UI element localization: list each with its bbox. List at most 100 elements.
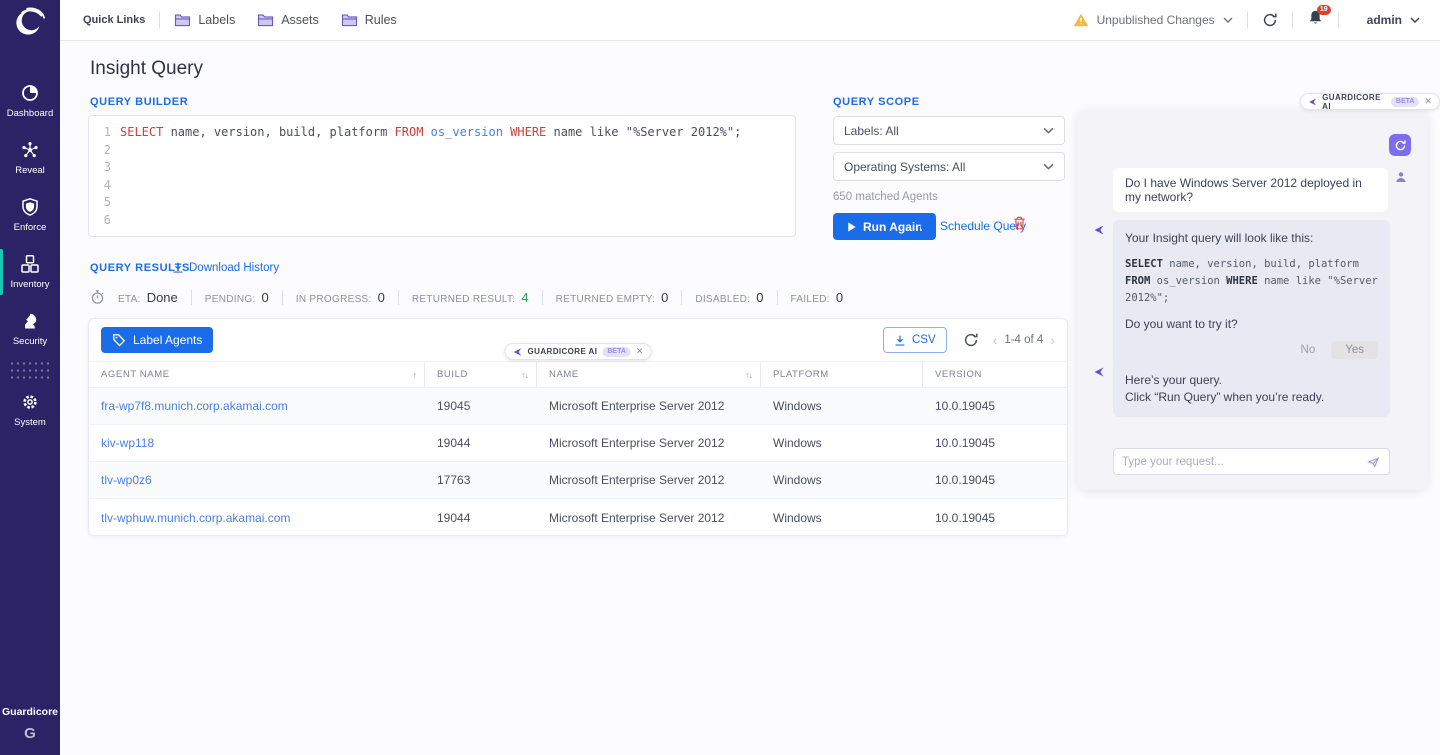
- ai-icon: [1093, 224, 1105, 236]
- chevron-down-icon[interactable]: [1223, 17, 1233, 23]
- stopwatch-icon: [90, 289, 105, 305]
- stat-label: PENDING:: [205, 294, 256, 305]
- column-header-version[interactable]: VERSION: [923, 362, 1067, 387]
- sidebar-item-dashboard[interactable]: Dashboard: [0, 75, 60, 127]
- label-agents-button[interactable]: Label Agents: [101, 327, 213, 353]
- table-row[interactable]: tlv-wphuw.munich.corp.akamai.com 19044 M…: [89, 499, 1067, 536]
- divider: [1292, 12, 1293, 28]
- agent-link[interactable]: kiv-wp118: [101, 436, 154, 450]
- close-icon[interactable]: ✕: [636, 347, 644, 356]
- delete-query-button[interactable]: [1012, 215, 1027, 234]
- cell-platform: Windows: [761, 436, 923, 450]
- sidebar-item-enforce[interactable]: Enforce: [0, 189, 60, 241]
- export-csv-button[interactable]: CSV: [883, 327, 947, 353]
- column-header-platform[interactable]: PLATFORM: [761, 362, 923, 387]
- sql-text: name, version, build, platform: [1163, 258, 1359, 270]
- clock-icon: [920, 219, 934, 233]
- stat-value: 0: [378, 290, 385, 305]
- ai-message-row: Here’s your query. Click “Run Query” whe…: [1093, 362, 1390, 417]
- line-number: 3: [99, 159, 111, 177]
- chevron-down-icon[interactable]: [1410, 17, 1420, 23]
- notifications-button[interactable]: 19: [1307, 9, 1324, 31]
- divider: [191, 290, 192, 305]
- sidebar-item-system[interactable]: System: [0, 384, 60, 436]
- user-message-row: Do I have Windows Server 2012 deployed i…: [1113, 168, 1407, 212]
- stat-label: FAILED:: [791, 294, 830, 305]
- close-icon[interactable]: ✕: [1424, 97, 1432, 106]
- sidebar-item-inventory[interactable]: Inventory: [0, 246, 60, 298]
- refresh-results-button[interactable]: [963, 332, 979, 348]
- chat-input[interactable]: [1122, 456, 1366, 468]
- stat-pending: PENDING:0: [205, 290, 269, 305]
- column-header-agent-name[interactable]: AGENT NAME↑: [89, 362, 425, 387]
- stat-failed: FAILED: 0: [791, 290, 844, 305]
- results-table-panel: Label Agents GUARDICORE AI BETA ✕ CSV: [88, 318, 1068, 536]
- nav-item-rules[interactable]: Rules: [341, 13, 397, 27]
- column-label: VERSION: [935, 369, 982, 380]
- query-editor[interactable]: 1 SELECT name, version, build, platform …: [88, 115, 796, 237]
- stat-label: ETA:: [118, 294, 141, 305]
- column-header-name[interactable]: NAME ↑↓: [537, 362, 761, 387]
- stat-returned-empty: RETURNED EMPTY:0: [556, 290, 669, 305]
- table-row[interactable]: fra-wp7f8.munich.corp.akamai.com 19045 M…: [89, 388, 1067, 425]
- chat-input-container: [1113, 448, 1390, 475]
- no-button[interactable]: No: [1301, 344, 1316, 356]
- table-row[interactable]: kiv-wp118 19044 Microsoft Enterprise Ser…: [89, 425, 1067, 462]
- editor-line: 1 SELECT name, version, build, platform …: [99, 124, 785, 142]
- labels-dropdown[interactable]: Labels: All: [833, 116, 1065, 145]
- page-previous-icon[interactable]: ‹: [993, 333, 998, 347]
- akamai-logo[interactable]: [0, 0, 60, 41]
- nav-item-labels[interactable]: Labels: [174, 13, 235, 27]
- sql-text: os_version: [1150, 275, 1226, 287]
- ai-message-question: Do you want to try it?: [1125, 316, 1378, 333]
- agent-link[interactable]: tlv-wphuw.munich.corp.akamai.com: [101, 511, 290, 525]
- editor-line: 2: [99, 142, 785, 160]
- sort-both-icon: ↑↓: [521, 370, 528, 380]
- sql-table-name: os_version: [423, 125, 510, 139]
- cell-name: Microsoft Enterprise Server 2012: [537, 473, 761, 487]
- sidebar-item-reveal[interactable]: Reveal: [0, 132, 60, 184]
- refresh-icon[interactable]: [1262, 12, 1278, 28]
- agent-link[interactable]: tlv-wp0z6: [101, 473, 152, 487]
- sort-both-icon: ↑↓: [745, 370, 752, 380]
- cell-platform: Windows: [761, 511, 923, 525]
- line-number: 5: [99, 194, 111, 212]
- user-message-bubble: Do I have Windows Server 2012 deployed i…: [1113, 168, 1388, 212]
- restart-conversation-button[interactable]: [1389, 134, 1411, 156]
- stat-value: Done: [147, 290, 178, 305]
- stat-label: RETURNED EMPTY:: [556, 294, 656, 305]
- quick-links-label[interactable]: Quick Links: [83, 14, 145, 26]
- page-next-icon[interactable]: ›: [1050, 333, 1055, 347]
- user-menu-label[interactable]: admin: [1367, 13, 1402, 27]
- operating-systems-dropdown[interactable]: Operating Systems: All: [833, 152, 1065, 181]
- sidebar-item-label: Enforce: [14, 222, 47, 233]
- guardicore-ai-pill[interactable]: GUARDICORE AI BETA ✕: [505, 343, 652, 360]
- yes-button[interactable]: Yes: [1331, 341, 1378, 359]
- nav-item-label: Rules: [365, 13, 397, 27]
- cell-build: 19045: [425, 399, 537, 413]
- divider: [159, 12, 160, 28]
- column-label: NAME: [549, 369, 579, 380]
- nav-item-assets[interactable]: Assets: [257, 13, 319, 27]
- folder-icon: [257, 13, 274, 27]
- ai-message-intro: Your Insight query will look like this:: [1125, 230, 1378, 247]
- cell-version: 10.0.19045: [923, 436, 1067, 450]
- unpublished-changes-label[interactable]: Unpublished Changes: [1097, 13, 1215, 27]
- column-header-build[interactable]: BUILD↑↓: [425, 362, 537, 387]
- stat-value: 0: [836, 290, 843, 305]
- schedule-query-link[interactable]: Schedule Query: [920, 219, 1026, 233]
- guardicore-logo-icon: G: [24, 725, 36, 742]
- download-history-link[interactable]: Download History: [172, 261, 279, 274]
- sql-keyword: WHERE: [510, 125, 546, 139]
- divider: [1338, 12, 1339, 28]
- table-row[interactable]: tlv-wp0z6 17763 Microsoft Enterprise Ser…: [89, 462, 1067, 499]
- send-icon: [1366, 455, 1381, 469]
- ai-query-code: SELECT name, version, build, platform FR…: [1125, 256, 1378, 306]
- stat-value: 0: [756, 290, 763, 305]
- nav-item-label: Labels: [198, 13, 235, 27]
- dashboard-pie-icon: [20, 83, 40, 103]
- sidebar-item-security[interactable]: Security: [0, 303, 60, 355]
- send-button[interactable]: [1366, 455, 1381, 469]
- agent-link[interactable]: fra-wp7f8.munich.corp.akamai.com: [101, 399, 288, 413]
- guardicore-ai-pill[interactable]: GUARDICORE AI BETA ✕: [1300, 93, 1440, 110]
